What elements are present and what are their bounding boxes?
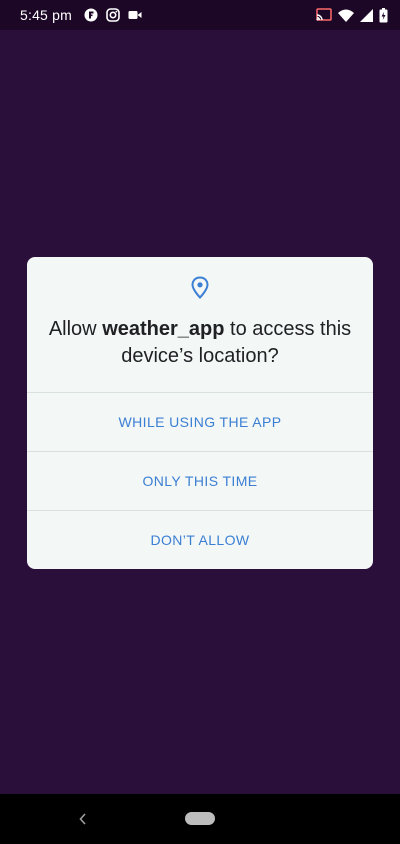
dialog-title-prefix: Allow bbox=[48, 318, 103, 340]
location-permission-dialog: Allow weather_app to access this device’… bbox=[27, 257, 373, 569]
dont-allow-label: DON’T ALLOW bbox=[150, 532, 250, 548]
battery-icon bbox=[379, 7, 388, 23]
status-bar: 5:45 pm bbox=[0, 0, 400, 30]
wifi-icon bbox=[338, 9, 354, 22]
home-pill-icon[interactable] bbox=[185, 812, 215, 825]
while-using-app-label: WHILE USING THE APP bbox=[118, 414, 282, 430]
dialog-app-name: weather_app bbox=[102, 318, 225, 340]
back-icon[interactable] bbox=[76, 810, 90, 828]
dialog-title: Allow weather_app to access this device’… bbox=[43, 316, 357, 370]
while-using-app-button[interactable]: WHILE USING THE APP bbox=[27, 392, 373, 451]
only-this-time-label: ONLY THIS TIME bbox=[142, 473, 258, 489]
fb-icon bbox=[84, 8, 98, 22]
instagram-icon bbox=[106, 8, 120, 22]
video-camera-icon bbox=[128, 9, 142, 21]
navigation-bar bbox=[0, 794, 400, 844]
dont-allow-button[interactable]: DON’T ALLOW bbox=[27, 510, 373, 569]
status-time: 5:45 pm bbox=[20, 7, 72, 23]
signal-icon bbox=[360, 8, 373, 22]
status-right bbox=[316, 7, 388, 23]
cast-icon bbox=[316, 8, 332, 22]
status-left: 5:45 pm bbox=[20, 7, 142, 23]
location-pin-icon bbox=[190, 276, 210, 300]
only-this-time-button[interactable]: ONLY THIS TIME bbox=[27, 451, 373, 510]
